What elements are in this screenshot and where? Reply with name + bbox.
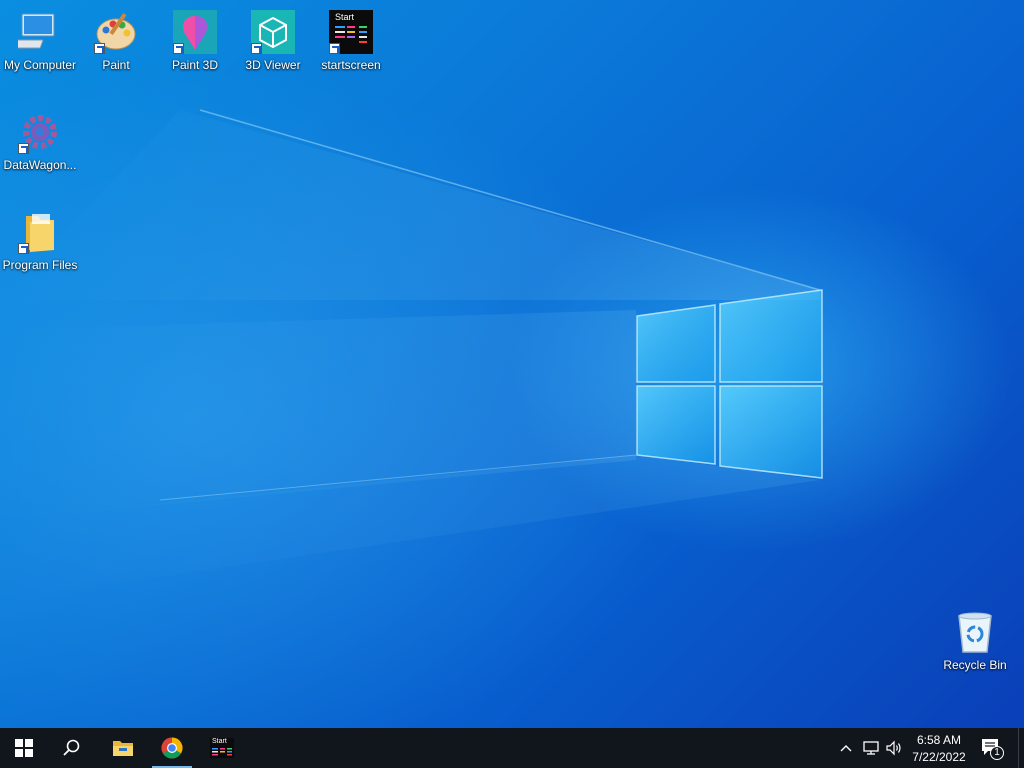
search-icon: [63, 739, 80, 756]
desktop-icon-label: Recycle Bin: [943, 658, 1007, 672]
notification-count-badge: 1: [990, 746, 1004, 760]
clock-date: 7/22/2022: [912, 750, 966, 764]
computer-icon: [13, 10, 62, 54]
paint-palette-icon: [94, 10, 138, 54]
network-icon[interactable]: [862, 739, 880, 757]
desktop[interactable]: My Computer Paint Paint 3D 3D Viewer Sta…: [0, 0, 1024, 728]
taskbar-startscreen[interactable]: Start: [198, 728, 246, 768]
desktop-icon-label: DataWagon...: [3, 158, 77, 172]
show-desktop-button[interactable]: [1018, 728, 1024, 768]
shortcut-arrow-icon: [173, 43, 184, 54]
volume-icon[interactable]: [885, 739, 903, 757]
recycle-bin-icon: [953, 610, 997, 654]
clock-time: 6:58 AM: [916, 733, 962, 747]
shortcut-arrow-icon: [18, 143, 29, 154]
desktop-icon-paint-3d[interactable]: Paint 3D: [156, 4, 234, 78]
windows-logo-icon: [15, 739, 33, 757]
desktop-icon-datawagon[interactable]: DataWagon...: [1, 104, 79, 178]
desktop-icon-label: Program Files: [2, 258, 78, 272]
shortcut-arrow-icon: [18, 243, 29, 254]
start-button[interactable]: [0, 728, 48, 768]
desktop-icon-paint[interactable]: Paint: [77, 4, 155, 78]
taskbar-file-explorer[interactable]: [98, 728, 146, 768]
3d-viewer-cube-icon: [251, 10, 295, 54]
search-button[interactable]: [48, 728, 96, 768]
file-explorer-icon: [113, 741, 133, 756]
paint3d-icon: [173, 10, 217, 54]
show-hidden-icons-chevron-up-icon[interactable]: [838, 740, 854, 756]
clock[interactable]: 6:58 AM 7/22/2022: [908, 731, 970, 765]
desktop-icon-label: My Computer: [3, 58, 77, 72]
wallpaper-windows-logo: [636, 289, 823, 479]
taskbar-chrome[interactable]: [148, 728, 196, 768]
desktop-icon-program-files[interactable]: Program Files: [1, 204, 79, 278]
startscreen-icon: Start: [329, 10, 373, 54]
chrome-icon: [161, 737, 183, 759]
startscreen-icon: Start: [210, 738, 234, 758]
desktop-icon-startscreen[interactable]: Start startscreen: [312, 4, 390, 78]
desktop-icon-my-computer[interactable]: My Computer: [1, 4, 79, 78]
folder-icon: [18, 210, 62, 254]
action-center-button[interactable]: 1: [980, 737, 1006, 761]
desktop-icon-label: startscreen: [321, 58, 381, 72]
shortcut-arrow-icon: [329, 43, 340, 54]
datawagon-gear-icon: [18, 110, 62, 154]
taskbar: Start 6:58 AM 7/22/2022 1: [0, 728, 1024, 768]
desktop-icon-3d-viewer[interactable]: 3D Viewer: [234, 4, 312, 78]
desktop-icon-label: 3D Viewer: [245, 58, 301, 72]
desktop-icon-recycle-bin[interactable]: Recycle Bin: [936, 604, 1014, 678]
shortcut-arrow-icon: [94, 43, 105, 54]
desktop-icon-label: Paint 3D: [171, 58, 219, 72]
wallpaper: [0, 109, 823, 600]
desktop-icon-label: Paint: [102, 58, 130, 72]
shortcut-arrow-icon: [251, 43, 262, 54]
